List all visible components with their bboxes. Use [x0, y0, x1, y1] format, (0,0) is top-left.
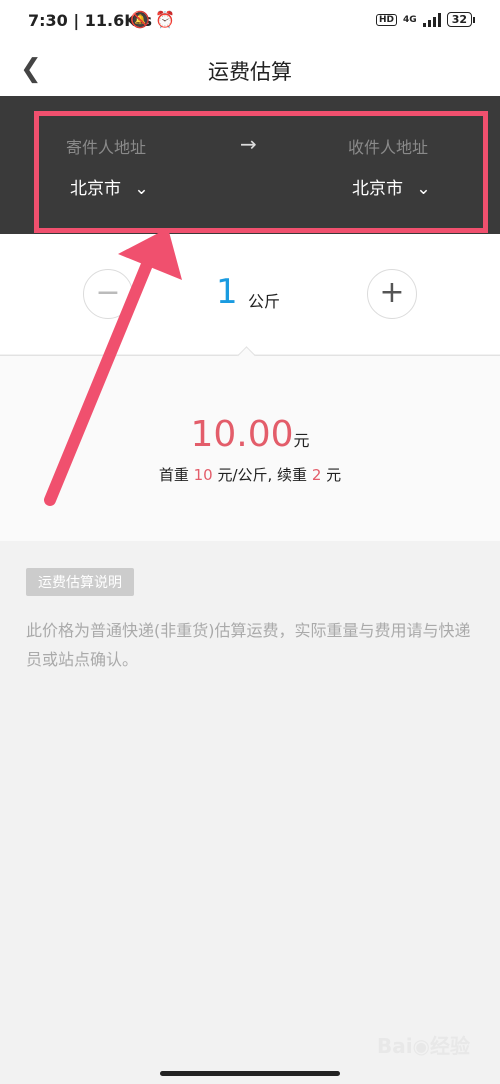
price-currency: 元 — [293, 431, 310, 450]
note-text: 此价格为普通快递(非重货)估算运费，实际重量与费用请与快递员或站点确认。 — [26, 621, 471, 669]
highlight-box — [34, 111, 488, 233]
alarm-icon: ⏰ — [155, 10, 175, 29]
status-bar: 7:30 | 11.6K/s 🔕 ⏰ HD 4G 32 — [0, 0, 500, 42]
extra-weight-price: 2 — [311, 466, 322, 484]
note-badge: 运费估算说明 — [26, 568, 134, 596]
decrease-weight-button[interactable]: − — [83, 269, 133, 319]
nav-bar: ❮ 运费估算 — [0, 42, 500, 96]
mute-icon: 🔕 — [130, 10, 150, 29]
rate-prefix: 首重 — [158, 466, 194, 484]
increase-weight-button[interactable]: + — [367, 269, 417, 319]
price-line: 10.00元 — [0, 414, 500, 455]
page-title: 运费估算 — [208, 60, 292, 84]
watermark-logo: Bai◉经验 — [376, 1034, 470, 1058]
hd-icon: HD — [376, 13, 398, 26]
first-weight-price: 10 — [193, 466, 213, 484]
network-type: 4G — [403, 14, 417, 25]
clock-text: 7:30 — [28, 11, 68, 30]
price-box: 10.00元 首重 10 元/公斤, 续重 2 元 — [0, 355, 500, 541]
rate-line: 首重 10 元/公斤, 续重 2 元 — [0, 464, 500, 485]
weight-selector: − 1 公斤 + — [0, 234, 500, 354]
rate-mid: 元/公斤, 续重 — [212, 466, 312, 484]
home-indicator[interactable] — [160, 1071, 340, 1076]
notification-icons: 🔕 ⏰ — [130, 10, 175, 29]
signal-icon — [422, 12, 441, 27]
status-right: HD 4G 32 — [376, 12, 476, 27]
price-amount: 10.00 — [190, 414, 294, 455]
battery-icon: 32 — [446, 12, 476, 27]
weight-unit: 公斤 — [248, 292, 281, 311]
rate-suffix: 元 — [321, 466, 342, 484]
weight-value: 1 — [216, 272, 238, 312]
